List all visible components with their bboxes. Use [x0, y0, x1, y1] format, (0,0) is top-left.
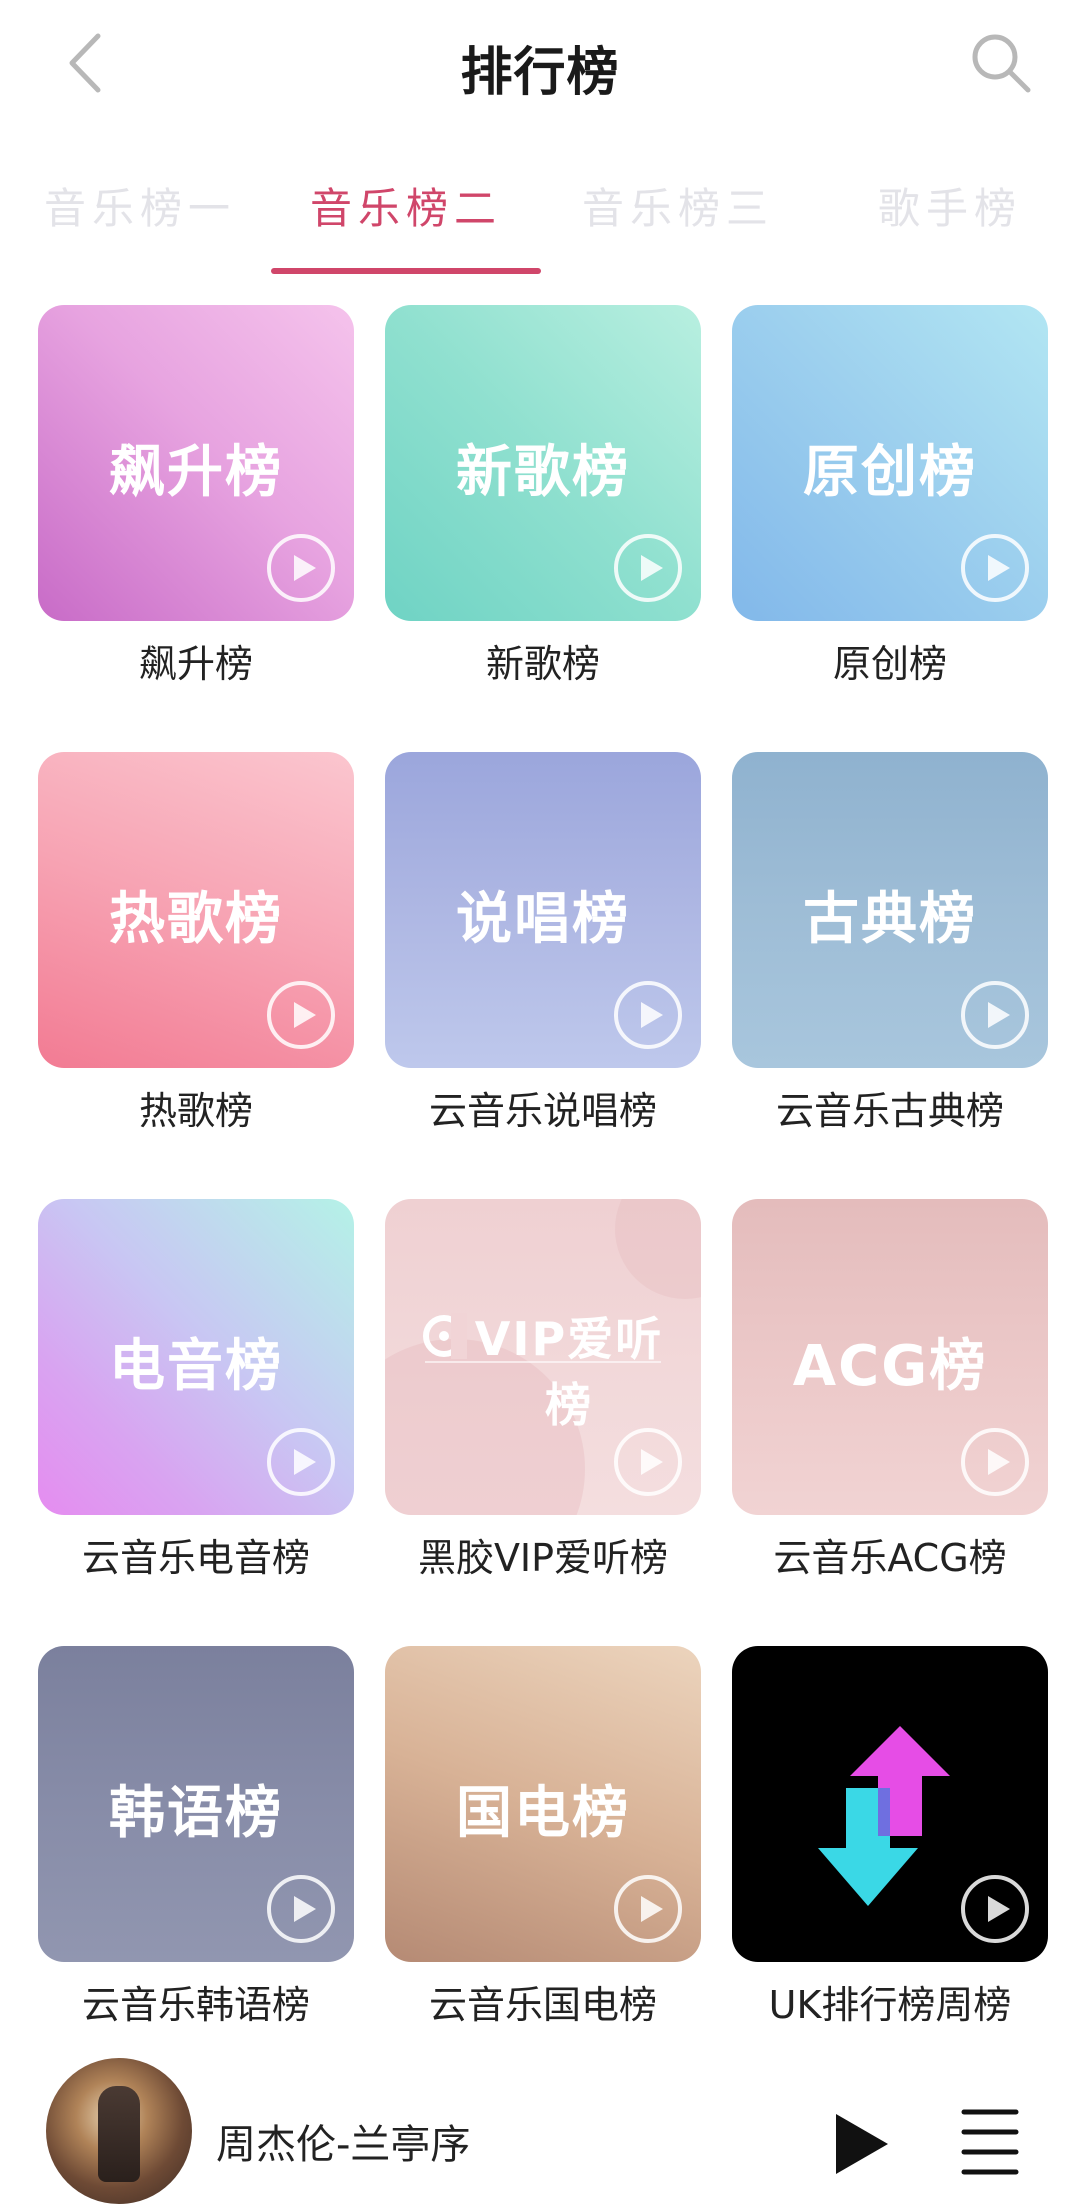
search-icon[interactable] — [966, 28, 1036, 98]
chart-card-korean[interactable]: 韩语榜 云音乐韩语榜 — [38, 1646, 354, 2029]
cover-title: VIP爱听榜 — [474, 1312, 664, 1432]
divider — [425, 1361, 661, 1363]
chart-name: 云音乐韩语榜 — [81, 1983, 310, 2027]
chart-name: 云音乐古典榜 — [775, 1089, 1004, 1133]
decorative-circle — [615, 1199, 701, 1299]
cover-title: 热歌榜 — [109, 887, 283, 952]
play-circle-icon[interactable] — [613, 1427, 683, 1497]
chart-card-soaring[interactable]: 飙升榜 飙升榜 — [38, 305, 354, 688]
chart-name: 云音乐ACG榜 — [773, 1536, 1007, 1580]
tab-singer-chart[interactable]: 歌手榜 — [870, 175, 1030, 255]
chart-cover[interactable]: 新歌榜 — [385, 305, 701, 621]
header: 排行榜 — [0, 0, 1080, 130]
chart-name: 飙升榜 — [138, 642, 253, 686]
active-tab-indicator — [271, 268, 541, 274]
cover-title: 国电榜 — [456, 1781, 630, 1846]
chart-card-classical[interactable]: 古典榜 云音乐古典榜 — [732, 752, 1048, 1135]
play-circle-icon[interactable] — [613, 980, 683, 1050]
chart-name: 云音乐说唱榜 — [428, 1089, 657, 1133]
chart-cover[interactable]: 电音榜 — [38, 1199, 354, 1515]
cover-title: 电音榜 — [109, 1334, 283, 1399]
mini-player[interactable]: 周杰伦-兰亭序 — [0, 2040, 1080, 2204]
chart-name: UK排行榜周榜 — [768, 1983, 1012, 2027]
tab-music-chart-3[interactable]: 音乐榜三 — [578, 175, 778, 255]
chart-cover[interactable] — [732, 1646, 1048, 1962]
album-figure — [98, 2086, 140, 2182]
cover-title: 韩语榜 — [109, 1781, 283, 1846]
play-circle-icon[interactable] — [266, 980, 336, 1050]
cover-title: 说唱榜 — [456, 887, 630, 952]
now-playing-title[interactable]: 周杰伦-兰亭序 — [216, 2112, 470, 2170]
chart-card-new-songs[interactable]: 新歌榜 新歌榜 — [385, 305, 701, 688]
play-icon[interactable] — [820, 2104, 900, 2184]
tab-music-chart-1[interactable]: 音乐榜一 — [40, 175, 240, 255]
chart-card-acg[interactable]: ACG榜 云音乐ACG榜 — [732, 1199, 1048, 1582]
chart-cover[interactable]: ACG榜 — [732, 1199, 1048, 1515]
chart-cover[interactable]: 古典榜 — [732, 752, 1048, 1068]
cover-title: 飙升榜 — [109, 440, 283, 505]
chart-card-rap[interactable]: 说唱榜 云音乐说唱榜 — [385, 752, 701, 1135]
play-circle-icon[interactable] — [960, 980, 1030, 1050]
chart-cover[interactable]: 国电榜 — [385, 1646, 701, 1962]
play-circle-icon[interactable] — [960, 1427, 1030, 1497]
chart-cover[interactable]: 韩语榜 — [38, 1646, 354, 1962]
chart-name: 原创榜 — [832, 642, 947, 686]
chart-cover[interactable]: 原创榜 — [732, 305, 1048, 621]
chart-name: 云音乐国电榜 — [428, 1983, 657, 2027]
play-circle-icon[interactable] — [613, 1874, 683, 1944]
tab-bar: 音乐榜一 音乐榜二 音乐榜三 歌手榜 — [0, 165, 1080, 275]
play-circle-icon[interactable] — [266, 533, 336, 603]
cover-title: 古典榜 — [803, 887, 977, 952]
chart-card-guodian[interactable]: 国电榜 云音乐国电榜 — [385, 1646, 701, 2029]
play-circle-icon[interactable] — [960, 533, 1030, 603]
playlist-icon[interactable] — [954, 2102, 1024, 2186]
cover-title: ACG榜 — [792, 1334, 988, 1399]
tab-music-chart-2[interactable]: 音乐榜二 — [306, 175, 506, 255]
chart-name: 云音乐电音榜 — [81, 1536, 310, 1580]
play-circle-icon[interactable] — [266, 1427, 336, 1497]
chart-cover[interactable]: 说唱榜 — [385, 752, 701, 1068]
chart-cover[interactable]: 飙升榜 — [38, 305, 354, 621]
album-art[interactable] — [46, 2058, 192, 2204]
chart-card-electronic[interactable]: 电音榜 云音乐电音榜 — [38, 1199, 354, 1582]
chart-card-uk-weekly[interactable]: UK排行榜周榜 — [732, 1646, 1048, 2029]
chart-cover[interactable]: VIP爱听榜 — [385, 1199, 701, 1515]
uk-arrows-icon — [818, 1726, 950, 1906]
page-title: 排行榜 — [460, 43, 620, 103]
play-circle-icon[interactable] — [960, 1874, 1030, 1944]
chart-name: 黑胶VIP爱听榜 — [417, 1536, 669, 1580]
cover-title: 新歌榜 — [456, 440, 630, 505]
play-circle-icon[interactable] — [266, 1874, 336, 1944]
chart-card-vinyl-vip[interactable]: VIP爱听榜 黑胶VIP爱听榜 — [385, 1199, 701, 1582]
chart-card-hot-songs[interactable]: 热歌榜 热歌榜 — [38, 752, 354, 1135]
chart-name: 新歌榜 — [485, 642, 600, 686]
cover-title: 原创榜 — [803, 440, 977, 505]
chart-card-original[interactable]: 原创榜 原创榜 — [732, 305, 1048, 688]
chart-name: 热歌榜 — [138, 1089, 253, 1133]
play-circle-icon[interactable] — [613, 533, 683, 603]
chart-cover[interactable]: 热歌榜 — [38, 752, 354, 1068]
